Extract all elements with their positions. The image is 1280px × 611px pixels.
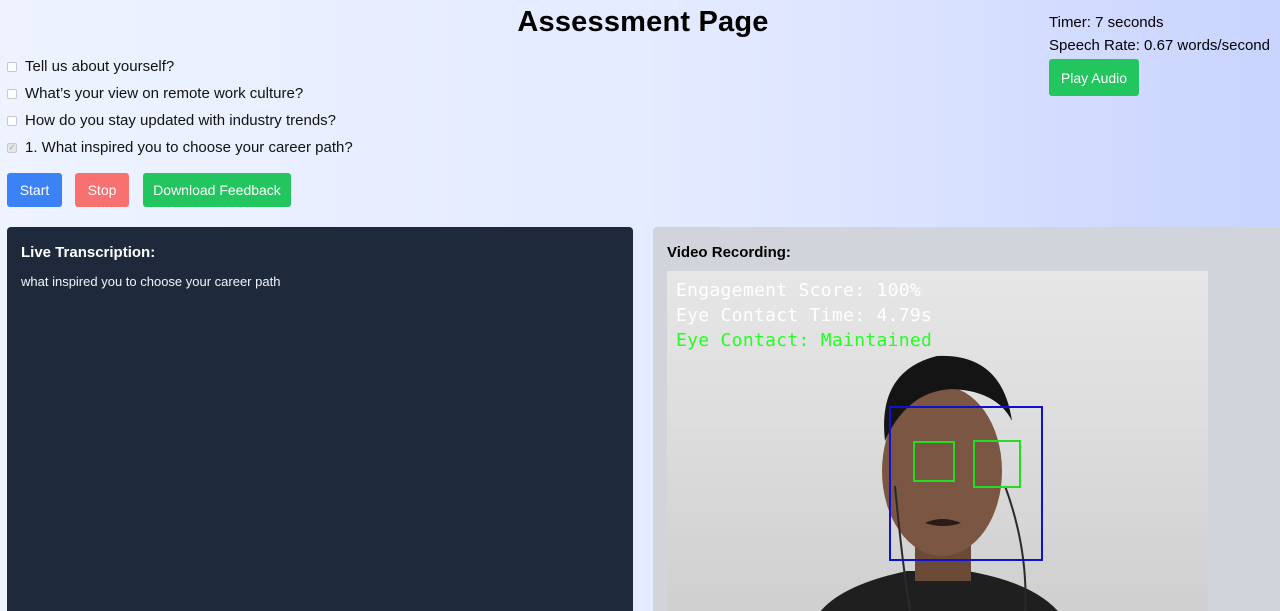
left-eye-box [913, 441, 955, 482]
engagement-score-overlay: Engagement Score: 100% [676, 280, 922, 301]
question-label: How do you stay updated with industry tr… [25, 112, 337, 129]
right-eye-box [973, 440, 1021, 488]
transcription-heading: Live Transcription: [21, 244, 156, 261]
speech-rate-text: Speech Rate: 0.67 words/second [1049, 37, 1270, 54]
question-list: Tell us about yourself? What’s your view… [7, 53, 353, 161]
eye-contact-time-overlay: Eye Contact Time: 4.79s [676, 305, 933, 326]
play-audio-button[interactable]: Play Audio [1049, 59, 1139, 96]
question-checkbox[interactable] [7, 115, 17, 126]
question-checkbox[interactable] [7, 88, 17, 99]
question-item[interactable]: What’s your view on remote work culture? [7, 80, 353, 107]
transcription-text: what inspired you to choose your career … [21, 274, 281, 289]
question-label: What’s your view on remote work culture? [25, 85, 304, 102]
eye-contact-status-overlay: Eye Contact: Maintained [676, 330, 933, 351]
question-item[interactable]: Tell us about yourself? [7, 53, 353, 80]
question-label: 1. What inspired you to choose your care… [25, 139, 353, 156]
download-feedback-button[interactable]: Download Feedback [143, 173, 291, 207]
stats-panel: Timer: 7 seconds Speech Rate: 0.67 words… [1049, 14, 1270, 60]
question-item[interactable]: ✓ 1. What inspired you to choose your ca… [7, 134, 353, 161]
video-panel: Video Recording: Engagement Score: 100% … [653, 227, 1280, 611]
question-item[interactable]: How do you stay updated with industry tr… [7, 107, 353, 134]
start-button[interactable]: Start [7, 173, 62, 207]
video-feed: Engagement Score: 100% Eye Contact Time:… [667, 271, 1208, 611]
video-heading: Video Recording: [667, 244, 791, 261]
stop-button[interactable]: Stop [75, 173, 129, 207]
question-checkbox[interactable] [7, 61, 17, 72]
timer-text: Timer: 7 seconds [1049, 14, 1164, 31]
question-checkbox[interactable]: ✓ [7, 142, 17, 153]
transcription-panel: Live Transcription: what inspired you to… [7, 227, 633, 611]
question-label: Tell us about yourself? [25, 58, 175, 75]
